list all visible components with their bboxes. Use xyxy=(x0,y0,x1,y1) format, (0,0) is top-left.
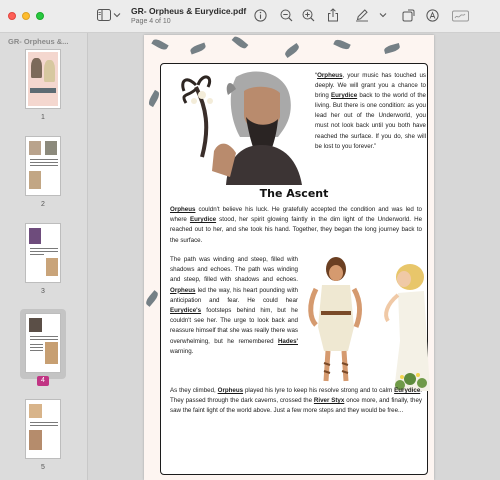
thumb-image xyxy=(29,141,41,155)
zoom-in-icon[interactable] xyxy=(302,9,315,22)
minimize-window-button[interactable] xyxy=(22,12,30,20)
page-thumbnail-1[interactable] xyxy=(25,49,61,109)
chevron-down-icon[interactable] xyxy=(113,11,121,19)
sign-icon[interactable] xyxy=(452,9,469,22)
chevron-down-icon[interactable] xyxy=(379,11,387,19)
leaf-decoration xyxy=(333,37,351,52)
thumb-figure xyxy=(44,60,55,82)
thumb-image xyxy=(46,258,58,276)
paragraph-1: Orpheus couldn't believe his luck. He gr… xyxy=(170,206,423,244)
page-number-label: 1 xyxy=(41,114,45,121)
paragraph-3: As they climbed, Orpheus played his lyre… xyxy=(170,387,422,415)
page-indicator: Page 4 of 10 xyxy=(131,18,171,25)
leaf-decoration xyxy=(146,89,162,108)
hades-quote: “Orpheus, your music has touched us deep… xyxy=(315,72,426,150)
leaf-decoration xyxy=(144,290,160,307)
pdf-page: “Orpheus, your music has touched us deep… xyxy=(144,35,434,480)
page-number-label: 3 xyxy=(41,288,45,295)
thumb-image xyxy=(29,228,41,244)
section-heading: The Ascent xyxy=(259,187,329,200)
thumbnail-sidebar: GR- Orpheus &... 1 2 3 4 5 xyxy=(0,33,88,480)
sidebar-toggle-icon[interactable] xyxy=(97,9,111,21)
leaf-decoration xyxy=(189,42,207,55)
thumb-image xyxy=(29,430,42,450)
hades-illustration xyxy=(181,71,302,185)
page-thumbnail-3[interactable] xyxy=(25,223,61,283)
rotate-icon[interactable] xyxy=(402,9,415,22)
share-icon[interactable] xyxy=(327,8,339,22)
thumb-title-bar xyxy=(30,88,56,93)
thumb-image xyxy=(29,171,41,189)
markup-pen-icon[interactable] xyxy=(355,8,369,22)
page-number-label: 2 xyxy=(41,201,45,208)
paragraph-2: The path was winding and steep, filled w… xyxy=(170,256,298,355)
page-thumbnail-4[interactable] xyxy=(25,313,61,373)
zoom-out-icon[interactable] xyxy=(280,9,293,22)
close-window-button[interactable] xyxy=(8,12,16,20)
sidebar-document-title: GR- Orpheus &... xyxy=(8,37,69,46)
title-bar: GR- Orpheus & Eurydice.pdf Page 4 of 10 xyxy=(0,0,500,33)
leaf-decoration xyxy=(151,37,169,52)
thumb-image xyxy=(29,404,42,418)
info-icon[interactable] xyxy=(254,9,267,22)
thumb-image xyxy=(45,342,58,364)
maximize-window-button[interactable] xyxy=(36,12,44,20)
leaf-decoration xyxy=(383,43,401,54)
page-number-label-selected: 4 xyxy=(37,376,49,386)
document-canvas[interactable]: “Orpheus, your music has touched us deep… xyxy=(88,33,500,480)
thumb-image xyxy=(45,141,57,155)
leaf-decoration xyxy=(283,43,301,58)
page-number-label: 5 xyxy=(41,464,45,471)
document-title: GR- Orpheus & Eurydice.pdf xyxy=(131,6,247,16)
page-thumbnail-2[interactable] xyxy=(25,136,61,196)
eurydice-illustration xyxy=(384,264,430,391)
leaf-decoration xyxy=(231,35,249,51)
thumb-figure xyxy=(31,58,42,78)
annotate-icon[interactable] xyxy=(426,9,439,22)
page-thumbnail-5[interactable] xyxy=(25,399,61,459)
thumb-image xyxy=(29,318,42,332)
orpheus-illustration xyxy=(308,257,362,382)
